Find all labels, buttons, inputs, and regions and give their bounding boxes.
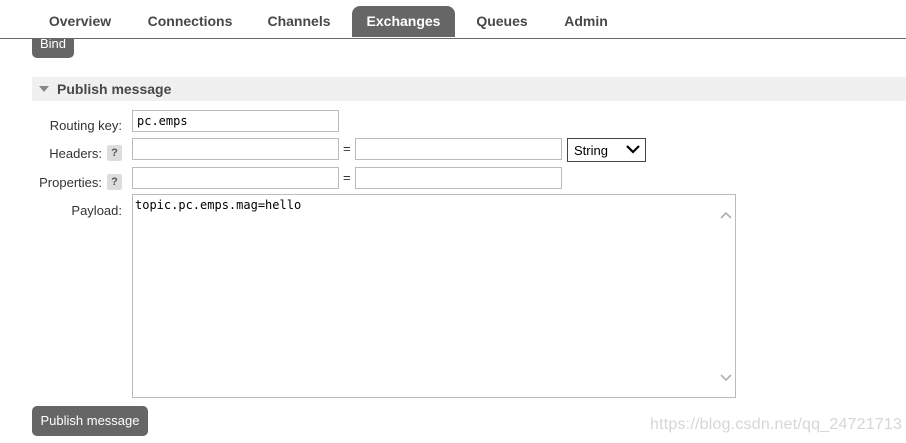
properties-value-input[interactable] bbox=[355, 167, 562, 189]
section-title: Publish message bbox=[57, 81, 172, 97]
headers-value-input[interactable] bbox=[355, 138, 562, 160]
tab-overview[interactable]: Overview bbox=[33, 6, 127, 37]
headers-equals-sign: = bbox=[343, 141, 351, 156]
tab-queues[interactable]: Queues bbox=[464, 6, 540, 37]
scroll-down-icon[interactable] bbox=[720, 373, 732, 383]
watermark-text: https://blog.csdn.net/qq_24721713 bbox=[650, 416, 903, 433]
headers-key-input[interactable] bbox=[132, 138, 339, 160]
tab-connections[interactable]: Connections bbox=[136, 6, 244, 37]
publish-message-section-header[interactable]: Publish message bbox=[32, 77, 906, 101]
properties-label: Properties: bbox=[39, 175, 102, 190]
main-nav-tabs: Overview Connections Channels Exchanges … bbox=[0, 0, 906, 39]
tab-admin[interactable]: Admin bbox=[552, 6, 620, 37]
publish-message-button[interactable]: Publish message bbox=[32, 406, 148, 436]
payload-textarea[interactable]: topic.pc.emps.mag=hello bbox=[132, 194, 736, 398]
headers-label: Headers: bbox=[49, 146, 102, 161]
routing-key-label: Routing key: bbox=[49, 118, 122, 133]
routing-key-input[interactable]: pc.emps bbox=[132, 110, 339, 132]
properties-key-input[interactable] bbox=[132, 167, 339, 189]
headers-type-value: String bbox=[574, 143, 608, 158]
page: Overview Connections Channels Exchanges … bbox=[0, 0, 906, 443]
bind-button[interactable]: Bind bbox=[32, 39, 74, 58]
tab-exchanges[interactable]: Exchanges bbox=[352, 6, 455, 37]
properties-equals-sign: = bbox=[343, 170, 351, 185]
collapse-triangle-icon bbox=[39, 86, 49, 92]
scroll-up-icon[interactable] bbox=[720, 210, 732, 220]
properties-help-icon[interactable]: ? bbox=[107, 174, 122, 190]
chevron-down-icon bbox=[626, 145, 640, 154]
headers-help-icon[interactable]: ? bbox=[107, 145, 122, 161]
tab-channels[interactable]: Channels bbox=[256, 6, 342, 37]
headers-type-select[interactable]: String bbox=[567, 138, 646, 162]
payload-label: Payload: bbox=[71, 203, 122, 218]
payload-text: topic.pc.emps.mag=hello bbox=[135, 198, 302, 212]
